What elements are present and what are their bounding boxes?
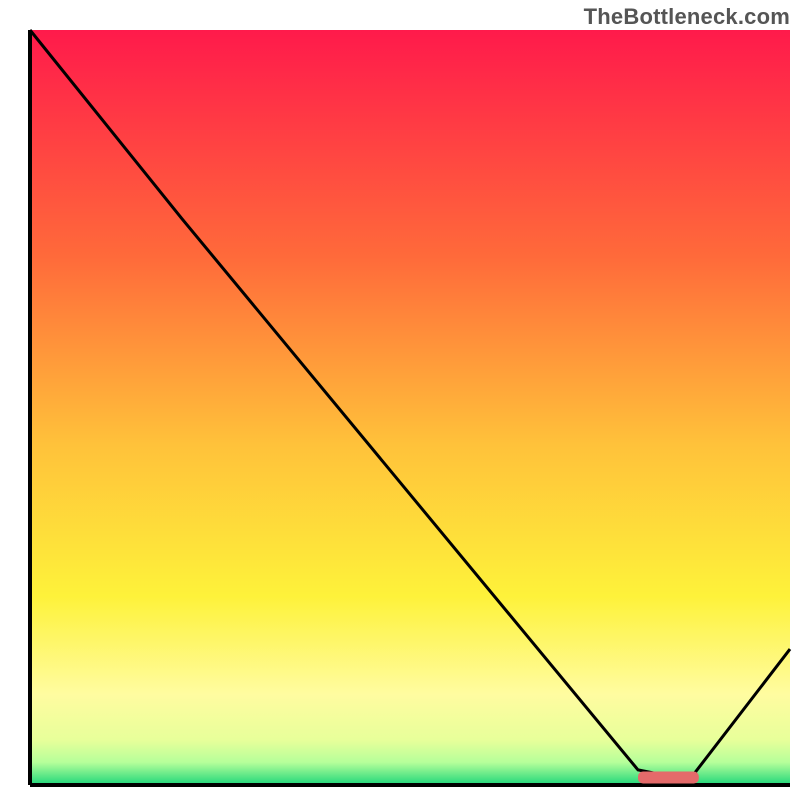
optimal-range-marker (638, 771, 699, 783)
bottleneck-chart (0, 0, 800, 800)
chart-container: TheBottleneck.com (0, 0, 800, 800)
plot-background (30, 30, 790, 785)
